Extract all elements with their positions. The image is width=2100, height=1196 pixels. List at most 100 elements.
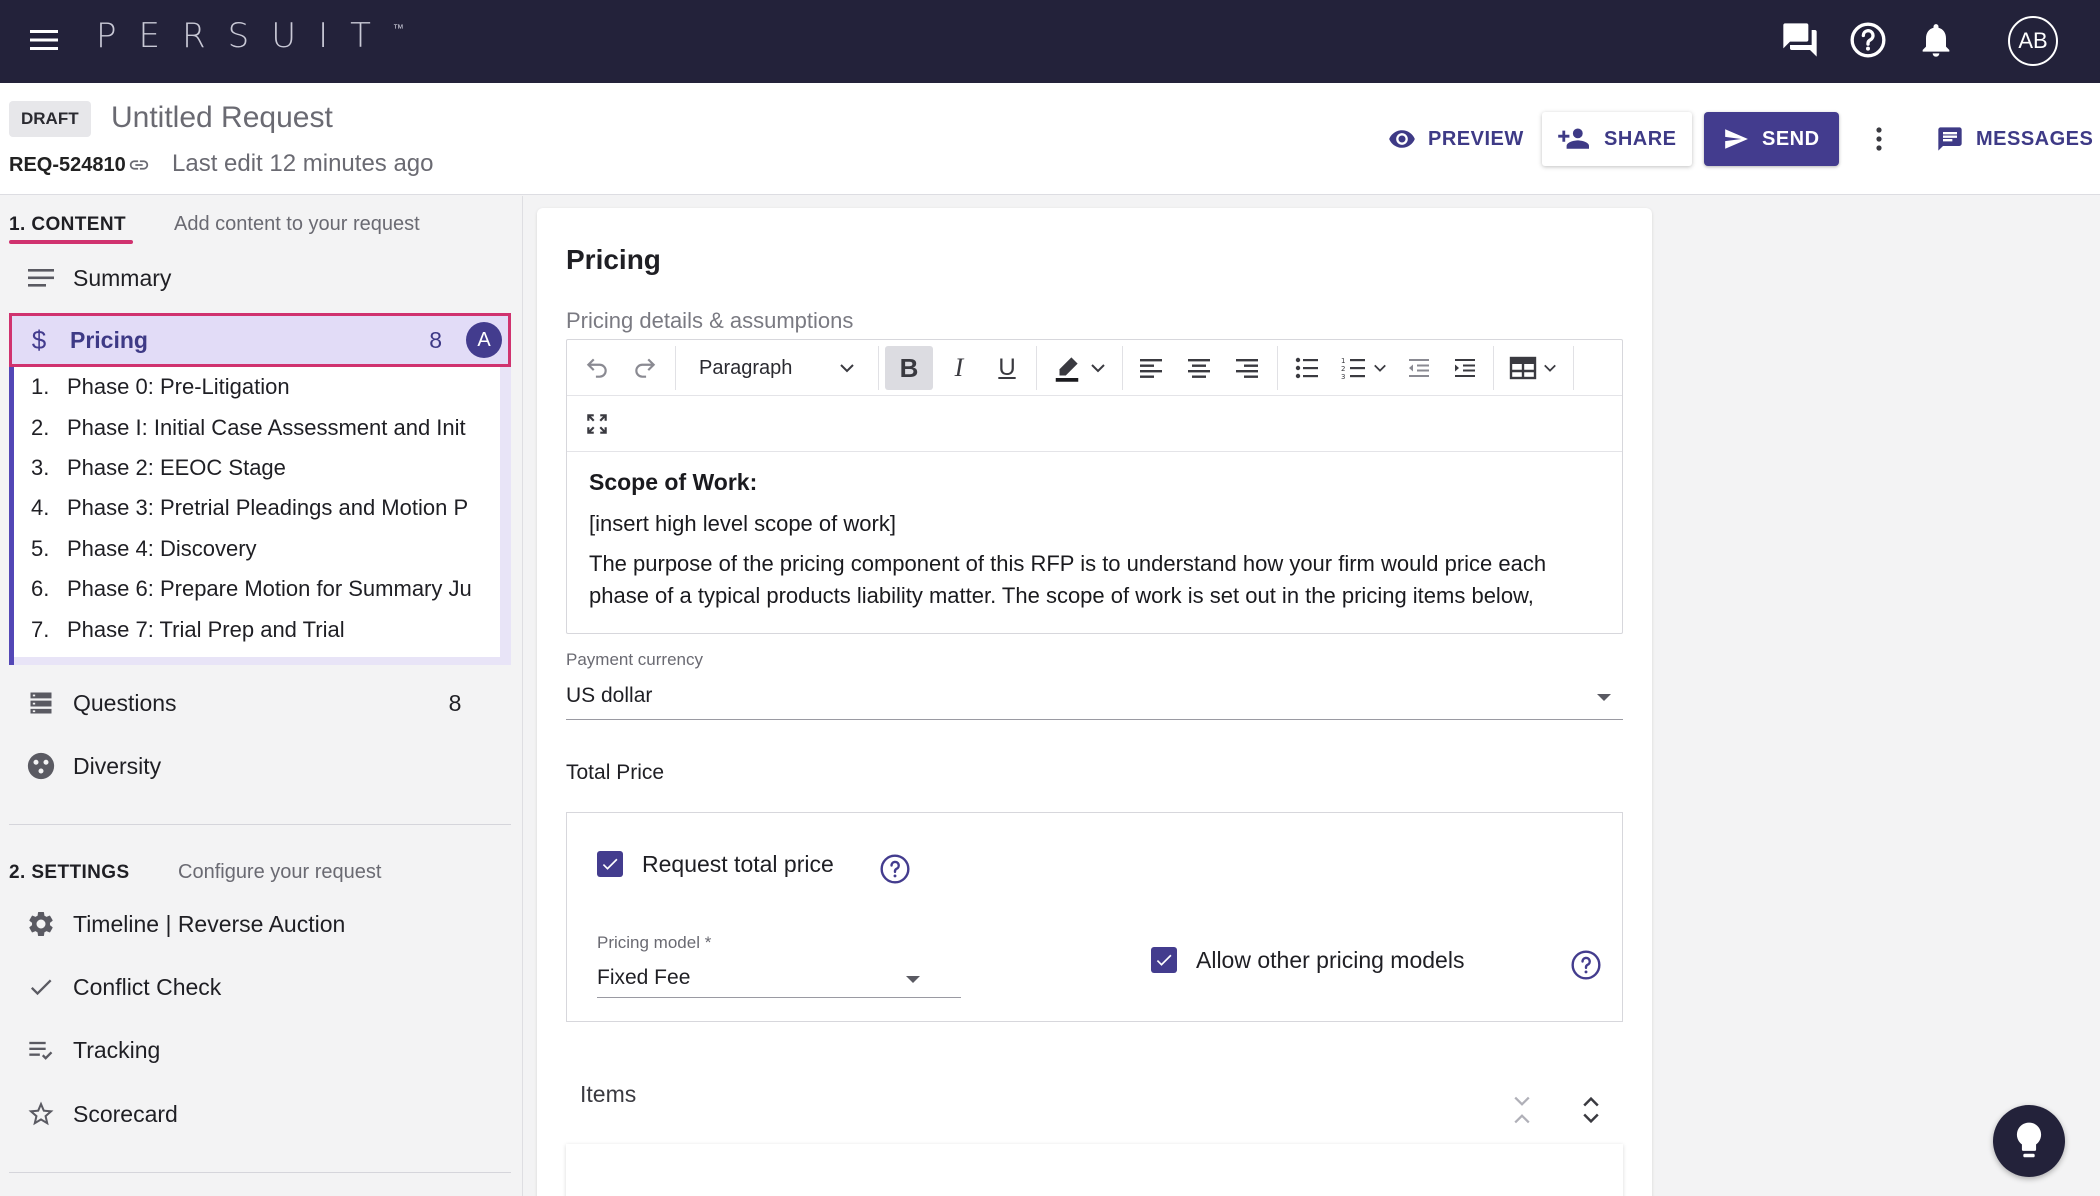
allow-other-pricing-checkbox[interactable] (1151, 947, 1177, 973)
svg-text:3: 3 (1341, 373, 1345, 380)
collapse-all-icon[interactable] (1508, 1093, 1536, 1127)
sidebar-item-conflict-check[interactable]: Conflict Check (9, 960, 511, 1014)
user-avatar[interactable]: AB (2008, 16, 2058, 66)
dropdown-arrow-icon[interactable] (906, 976, 920, 983)
message-icon (1938, 127, 1962, 151)
eye-icon (1389, 130, 1415, 148)
paragraph-style-select[interactable]: Paragraph (687, 346, 867, 390)
align-center-icon[interactable] (1177, 346, 1221, 390)
content-section-title[interactable]: 1. CONTENT (9, 214, 126, 236)
sidebar-item-label: Questions (73, 689, 177, 716)
editor-paragraph: The purpose of the pricing component of … (589, 551, 1547, 608)
menu-icon[interactable] (26, 22, 62, 58)
phase-item[interactable]: 5. Phase 4: Discovery (14, 529, 500, 569)
phase-item[interactable]: 3. Phase 2: EEOC Stage (14, 448, 500, 488)
italic-button[interactable]: I (937, 346, 981, 390)
phase-item[interactable]: 2. Phase I: Initial Case Assessment and I… (14, 407, 500, 447)
sidebar-item-diversity[interactable]: Diversity (9, 739, 511, 793)
items-heading: Items (580, 1081, 637, 1107)
toolbar-divider (1493, 346, 1494, 390)
editor-paragraph: [insert high level scope of work] (589, 511, 896, 536)
phase-item[interactable]: 4. Phase 3: Pretrial Pleadings and Motion… (14, 488, 500, 528)
sidebar: 1. CONTENT Add content to your request S… (0, 196, 523, 1196)
sidebar-item-tracking[interactable]: Tracking (9, 1023, 511, 1077)
highlight-color-button[interactable] (1043, 346, 1115, 390)
align-right-icon[interactable] (1225, 346, 1269, 390)
persuit-logo[interactable]: PERSUIT™ (96, 16, 404, 56)
phase-item[interactable]: 7. Phase 7: Trial Prep and Trial (14, 609, 500, 649)
page-title: Pricing (566, 244, 661, 275)
help-circle-icon[interactable] (879, 853, 911, 885)
pricing-card: Pricing Pricing details & assumptions Pa… (537, 208, 1652, 1196)
preview-button[interactable]: PREVIEW (1388, 112, 1524, 166)
pricing-status-badge: A (466, 322, 502, 358)
messages-button[interactable]: MESSAGES (1936, 112, 2093, 166)
numbered-list-icon[interactable]: 123 (1333, 346, 1395, 390)
gear-icon (9, 909, 65, 939)
content-section-subtitle: Add content to your request (174, 213, 420, 235)
sidebar-item-label: Pricing (70, 326, 148, 353)
settings-section-subtitle: Configure your request (178, 861, 382, 883)
sidebar-item-pricing[interactable]: $ Pricing 8 A (9, 313, 511, 367)
star-outline-icon (9, 1099, 65, 1129)
outdent-icon[interactable] (1399, 346, 1439, 390)
link-icon[interactable] (126, 154, 152, 176)
help-circle-icon[interactable] (1570, 949, 1602, 981)
pricing-count: 8 (429, 326, 442, 353)
sidebar-item-label: Tracking (73, 1036, 161, 1063)
sidebar-item-label: Conflict Check (73, 973, 222, 1000)
send-button[interactable]: SEND (1704, 112, 1839, 166)
sidebar-item-summary[interactable]: Summary (9, 251, 511, 305)
sidebar-item-timeline[interactable]: Timeline | Reverse Auction (9, 897, 511, 951)
phase-item[interactable]: 1. Phase 0: Pre-Litigation (14, 367, 500, 407)
pricing-model-select[interactable]: Fixed Fee (597, 966, 690, 990)
pricing-model-label: Pricing model * (597, 933, 712, 952)
dropdown-arrow-icon[interactable] (1597, 694, 1611, 701)
undo-icon[interactable] (575, 346, 619, 390)
top-navbar: PERSUIT™ AB (0, 0, 2100, 83)
phase-item[interactable]: 6. Phase 6: Prepare Motion for Summary Ju (14, 569, 500, 609)
rich-text-editor[interactable]: Paragraph B I U 1 2 3 Scope of Work: [in… (566, 339, 1623, 634)
indent-icon[interactable] (1445, 346, 1485, 390)
chevron-down-icon (1544, 364, 1556, 372)
help-icon[interactable] (1848, 20, 1888, 60)
checkmark-icon (9, 973, 65, 1001)
sidebar-item-questions[interactable]: Questions 8 (9, 676, 511, 730)
section-divider (9, 824, 511, 825)
notification-bell-icon[interactable] (1916, 20, 1956, 60)
bullet-list-icon[interactable] (1285, 346, 1329, 390)
settings-section-title[interactable]: 2. SETTINGS (9, 862, 130, 884)
editor-content[interactable]: Scope of Work: [insert high level scope … (589, 467, 1609, 612)
active-section-indicator (9, 240, 133, 244)
redo-icon[interactable] (623, 346, 667, 390)
underline-button[interactable]: U (985, 346, 1029, 390)
chat-icon[interactable] (1780, 20, 1820, 60)
add-people-icon (1558, 128, 1589, 149)
editor-toolbar: Paragraph B I U 1 2 3 (567, 340, 1622, 396)
sidebar-item-label: Timeline | Reverse Auction (73, 910, 346, 937)
pricing-phase-list: 1. Phase 0: Pre-Litigation 2. Phase I: Ini… (14, 367, 500, 657)
align-left-icon[interactable] (1129, 346, 1173, 390)
payment-currency-select[interactable]: US dollar (566, 684, 652, 708)
expand-all-icon[interactable] (1577, 1093, 1605, 1127)
pricing-item-row[interactable] (566, 1144, 1623, 1196)
payment-currency-label: Payment currency (566, 650, 703, 669)
pricing-details-label: Pricing details & assumptions (566, 308, 854, 333)
total-price-label: Total Price (566, 761, 665, 784)
request-title[interactable]: Untitled Request (111, 101, 333, 135)
toolbar-divider (1573, 346, 1574, 390)
table-insert-button[interactable] (1501, 346, 1565, 390)
allow-other-pricing-label[interactable]: Allow other pricing models (1196, 947, 1464, 974)
summary-lines-icon (9, 266, 65, 290)
dollar-icon: $ (31, 324, 47, 355)
svg-text:1: 1 (1341, 357, 1345, 365)
questions-count: 8 (448, 689, 462, 716)
request-total-price-checkbox[interactable] (597, 851, 623, 877)
sidebar-item-scorecard[interactable]: Scorecard (9, 1087, 511, 1141)
request-total-price-label[interactable]: Request total price (642, 851, 834, 878)
lightbulb-tips-button[interactable] (1993, 1105, 2065, 1177)
share-button[interactable]: SHARE (1542, 112, 1692, 166)
bold-button[interactable]: B (885, 346, 933, 390)
fullscreen-icon[interactable] (575, 402, 619, 446)
more-options-icon[interactable] (1873, 112, 1897, 166)
